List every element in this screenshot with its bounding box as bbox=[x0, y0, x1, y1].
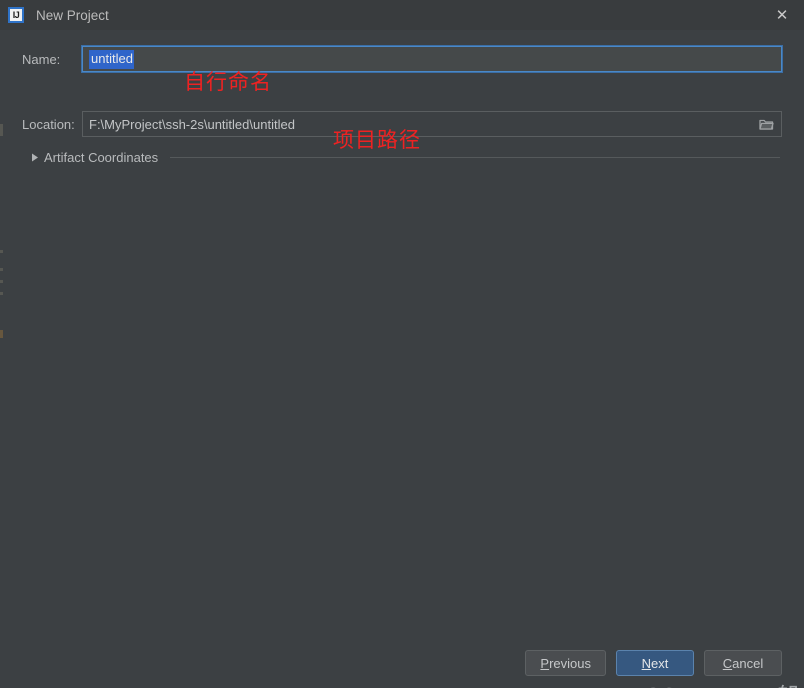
previous-button[interactable]: Previous bbox=[525, 650, 606, 676]
next-button[interactable]: Next bbox=[616, 650, 694, 676]
edge-artifact bbox=[0, 292, 3, 295]
folder-glyph bbox=[758, 119, 774, 130]
location-field-row: Location: F:\MyProject\ssh-2s\untitled\u… bbox=[22, 110, 782, 138]
name-field-row: Name: untitled bbox=[22, 44, 783, 74]
dialog-title: New Project bbox=[36, 7, 109, 23]
name-label: Name: bbox=[22, 51, 61, 67]
cancel-button[interactable]: Cancel bbox=[704, 650, 782, 676]
cancel-button-mnemonic: C bbox=[722, 655, 733, 671]
location-input[interactable]: F:\MyProject\ssh-2s\untitled\untitled bbox=[82, 111, 782, 137]
new-project-dialog: IJ New Project ✕ Name: untitled Location… bbox=[0, 0, 804, 688]
edge-artifact bbox=[0, 330, 3, 338]
cancel-button-label: ancel bbox=[732, 655, 764, 671]
folder-icon[interactable] bbox=[751, 112, 781, 136]
location-label: Location: bbox=[22, 116, 75, 132]
edge-artifact bbox=[0, 250, 3, 253]
next-button-label: ext bbox=[651, 655, 669, 671]
title-bar: IJ New Project ✕ bbox=[0, 0, 804, 30]
location-input-value: F:\MyProject\ssh-2s\untitled\untitled bbox=[89, 116, 295, 132]
name-input[interactable]: untitled bbox=[81, 45, 783, 73]
previous-button-label: revious bbox=[549, 655, 591, 671]
edge-artifact bbox=[0, 268, 3, 271]
intellij-idea-icon: IJ bbox=[8, 7, 24, 23]
name-input-value: untitled bbox=[89, 49, 134, 69]
artifact-coordinates-section[interactable]: Artifact Coordinates bbox=[28, 148, 782, 166]
dialog-body: Name: untitled Location: F:\MyProject\ss… bbox=[0, 30, 804, 688]
edge-artifact bbox=[0, 280, 3, 283]
dialog-footer: Previous Next Cancel bbox=[0, 638, 804, 688]
triangle-glyph bbox=[32, 153, 38, 161]
next-button-mnemonic: N bbox=[641, 655, 652, 671]
previous-button-mnemonic: P bbox=[540, 655, 550, 671]
chevron-right-icon bbox=[28, 153, 42, 162]
section-divider bbox=[170, 156, 780, 158]
artifact-coordinates-label: Artifact Coordinates bbox=[44, 149, 159, 165]
close-icon[interactable]: ✕ bbox=[760, 0, 804, 30]
edge-artifact bbox=[0, 124, 3, 136]
